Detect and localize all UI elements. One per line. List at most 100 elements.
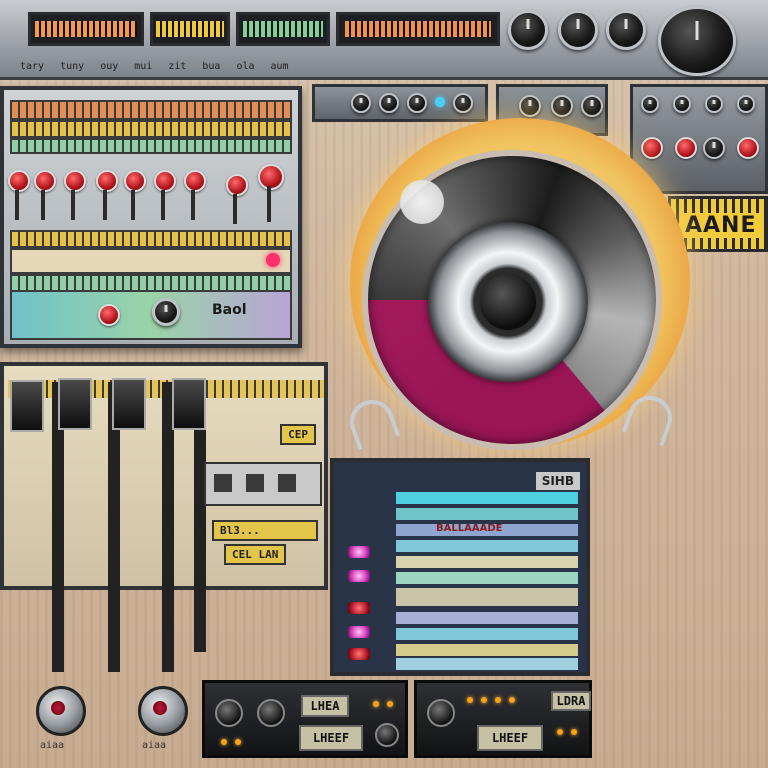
- small-knob[interactable]: [407, 93, 427, 113]
- rack-display-row: [10, 120, 292, 138]
- rack-status-row: [10, 248, 292, 274]
- small-knob[interactable]: [351, 93, 371, 113]
- small-knob[interactable]: [551, 95, 573, 117]
- channel-fader-4[interactable]: [172, 378, 206, 430]
- rack-red-button[interactable]: [124, 170, 146, 192]
- small-knob[interactable]: [581, 95, 603, 117]
- deck-led: [221, 739, 227, 745]
- spectrum-bars: [242, 21, 324, 37]
- rack-switch-stem: [233, 194, 237, 224]
- spectrum-display-4: [336, 12, 500, 46]
- rack-display-row: [10, 100, 292, 120]
- mixer-led: [348, 648, 370, 660]
- master-knob[interactable]: [658, 6, 736, 76]
- lower-knob-label: aiaa: [142, 740, 167, 751]
- rack-red-button[interactable]: [226, 174, 248, 196]
- channel-fader-2[interactable]: [58, 378, 92, 430]
- mixer-track: [396, 644, 578, 656]
- deck-lcd: LDRA: [551, 691, 591, 711]
- deck-led: [557, 729, 563, 735]
- header-label: zit: [168, 60, 187, 72]
- gain-knob-3[interactable]: [606, 10, 646, 50]
- rack-red-button[interactable]: [8, 170, 30, 192]
- level-display-text: AANE: [681, 213, 761, 238]
- spectrum-display-3: [236, 12, 330, 46]
- fader-tag: CEP: [280, 424, 316, 445]
- transport-control-panel: [312, 84, 488, 122]
- rack-switch-stem: [131, 190, 135, 220]
- deck-led: [509, 697, 515, 703]
- deck-knob[interactable]: [427, 699, 455, 727]
- header-label-row: tary tuny ouy mui zit bua ola aum: [0, 56, 500, 76]
- deck-led: [373, 701, 379, 707]
- deck-knob[interactable]: [257, 699, 285, 727]
- bay-button[interactable]: [278, 474, 296, 492]
- lower-knob-2[interactable]: [138, 686, 188, 736]
- indicator-led: [435, 97, 445, 107]
- rack-red-button[interactable]: [96, 170, 118, 192]
- mixer-track: [396, 588, 578, 606]
- small-knob[interactable]: [379, 93, 399, 113]
- gain-knob-2[interactable]: [558, 10, 598, 50]
- small-knob[interactable]: [453, 93, 473, 113]
- small-knob[interactable]: [703, 137, 725, 159]
- rack-red-button[interactable]: [34, 170, 56, 192]
- gain-knob-1[interactable]: [508, 10, 548, 50]
- rack-red-button[interactable]: [258, 164, 284, 190]
- fader-bay-buttons: [204, 462, 322, 506]
- rack-knob[interactable]: [152, 298, 180, 326]
- rack-switch-stem: [41, 190, 45, 220]
- rack-red-button[interactable]: [184, 170, 206, 192]
- header-label: ola: [236, 60, 255, 72]
- channel-fader-3[interactable]: [112, 378, 146, 430]
- mixer-screen: SIHB BALLAAADE: [330, 458, 590, 676]
- deck-led: [387, 701, 393, 707]
- mixer-track: [396, 492, 578, 504]
- small-knob[interactable]: [641, 95, 659, 113]
- lower-knob-label: aiaa: [40, 740, 65, 751]
- channel-red-button[interactable]: [641, 137, 663, 159]
- deck-led: [467, 697, 473, 703]
- mixer-track: [396, 628, 578, 640]
- deck-knob[interactable]: [215, 699, 243, 727]
- bay-button[interactable]: [246, 474, 264, 492]
- rack-switch-stem: [161, 190, 165, 220]
- rack-switch-stem: [103, 190, 107, 220]
- channel-red-button[interactable]: [737, 137, 759, 159]
- spectrum-bars: [155, 21, 225, 37]
- rack-switch-stem: [191, 190, 195, 220]
- rack-red-button[interactable]: [64, 170, 86, 192]
- mixer-track: [396, 540, 578, 552]
- fader-tag: CEL LAN: [224, 544, 287, 565]
- header-label: mui: [134, 60, 153, 72]
- status-led: [266, 253, 280, 267]
- deck-led: [571, 729, 577, 735]
- small-knob[interactable]: [673, 95, 691, 113]
- rack-lower-panel: Baol: [10, 290, 292, 340]
- rack-display-row: [10, 230, 292, 248]
- header-label: ouy: [100, 60, 119, 72]
- bay-button[interactable]: [214, 474, 232, 492]
- mixer-led: [348, 602, 370, 614]
- small-knob[interactable]: [705, 95, 723, 113]
- small-knob[interactable]: [737, 95, 755, 113]
- small-knob[interactable]: [519, 95, 541, 117]
- deck-unit-left: LHEA LHEEF: [202, 680, 408, 758]
- mixer-led: [348, 570, 370, 582]
- rack-red-button[interactable]: [154, 170, 176, 192]
- deck-screen: LHEEF: [477, 725, 543, 751]
- spectrum-display-1: [28, 12, 144, 46]
- header-label: tuny: [60, 60, 85, 72]
- header-label: bua: [202, 60, 221, 72]
- rack-switch-stem: [71, 190, 75, 220]
- lower-knob-1[interactable]: [36, 686, 86, 736]
- rack-red-button[interactable]: [98, 304, 120, 326]
- header-label: aum: [270, 60, 289, 72]
- channel-red-button[interactable]: [675, 137, 697, 159]
- deck-knob[interactable]: [375, 723, 399, 747]
- rack-label: Baol: [212, 302, 247, 318]
- deck-unit-right: LDRA LHEEF: [414, 680, 592, 758]
- mixer-track: [396, 612, 578, 624]
- deck-led: [495, 697, 501, 703]
- channel-fader-1[interactable]: [10, 380, 44, 432]
